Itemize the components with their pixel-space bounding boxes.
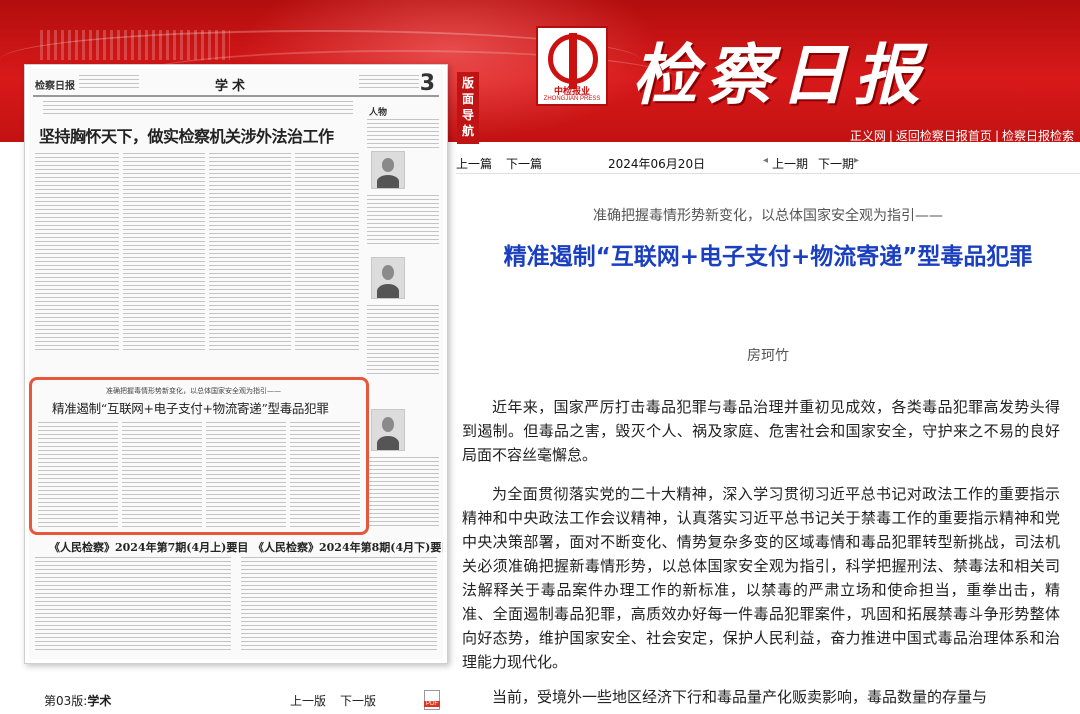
press-logo-subtitle: ZHONGJIAN PRESS: [543, 96, 601, 102]
preview-text-block: [209, 153, 291, 353]
page-preview-sheet: 检察日报 学术 3 坚持胸怀天下，做实检察机关涉外法治工作 人物 准确把握毒情形…: [29, 69, 443, 659]
next-article-link[interactable]: 下一篇: [506, 155, 542, 172]
preview-text-block: [367, 457, 439, 527]
link-home[interactable]: 返回检察日报首页: [896, 129, 992, 143]
preview-highlight-title: 精准遏制“互联网+电子支付+物流寄递”型毒品犯罪: [52, 401, 329, 416]
pdf-icon[interactable]: [424, 690, 440, 710]
article-kicker: 准确把握毒情形势新变化，以总体国家安全观为指引——: [593, 208, 943, 224]
nav-tab-char: 航: [461, 124, 474, 138]
link-search[interactable]: 检察日报检索: [1002, 129, 1074, 143]
preview-text-block: [79, 75, 139, 89]
link-justice-net[interactable]: 正义网: [850, 129, 886, 143]
nav-tab-char: 版: [461, 76, 474, 90]
edition-name: 学术: [87, 694, 112, 708]
preview-text-block: [38, 422, 118, 528]
article-paragraph: 近年来，国家严厉打击毒品犯罪与毒品治理并重初见成效，各类毒品犯罪高发势头得到遏制…: [462, 398, 1060, 464]
page-footer-edition: 第03版:学术: [44, 692, 111, 709]
page-preview[interactable]: 检察日报 学术 3 坚持胸怀天下，做实检察机关涉外法治工作 人物 准确把握毒情形…: [24, 64, 448, 664]
preview-text-block: [367, 119, 439, 149]
preview-text-block: [367, 305, 439, 375]
preview-text-block: [43, 101, 353, 117]
article-nav-bar: 上一篇 下一篇 2024年06月20日 ◂ 上一期 下一期 ▸: [456, 152, 1080, 174]
preview-text-block: [122, 422, 202, 528]
article-title: 精准遏制“互联网+电子支付+物流寄递”型毒品犯罪: [503, 244, 1033, 270]
preview-text-block: [359, 75, 419, 89]
article-paragraph: 为全面贯彻落实党的二十大精神，深入学习贯彻习近平总书记对政法工作的重要指示精神和…: [462, 485, 1060, 671]
preview-section-name: 学术: [215, 79, 250, 94]
article-author: 房珂竹: [747, 348, 789, 364]
preview-portrait: [371, 409, 405, 451]
masthead-links: 正义网 | 返回检察日报首页 | 检察日报检索: [849, 129, 1074, 143]
next-issue-link[interactable]: 下一期: [818, 155, 854, 172]
prev-issue-link[interactable]: 上一期: [772, 155, 808, 172]
preview-text-block: [290, 422, 360, 528]
preview-paper-name: 检察日报: [35, 81, 75, 92]
prev-article-link[interactable]: 上一篇: [456, 155, 492, 172]
edition-navigation-tab[interactable]: 版 面 导 航: [457, 72, 479, 144]
press-logo-icon: [548, 33, 598, 89]
masthead: 中检报业 ZHONGJIAN PRESS 检察日报 正义网 | 返回检察日报首页 | 检…: [456, 0, 1080, 143]
preview-text-block: [35, 153, 119, 353]
banner-cityscape: [40, 30, 230, 60]
preview-text-block: [123, 153, 205, 353]
preview-highlighted-article[interactable]: 准确把握毒情形势新变化，以总体国家安全观为指引—— 精准遏制“互联网+电子支付+…: [29, 377, 369, 535]
issue-date: 2024年06月20日: [608, 157, 706, 171]
preview-highlight-kicker: 准确把握毒情形势新变化，以总体国家安全观为指引——: [106, 387, 281, 395]
prev-page-link[interactable]: 上一版: [290, 694, 326, 708]
preview-portrait: [371, 151, 405, 189]
edition-label: 第03版:: [44, 694, 88, 708]
nav-tab-char: 导: [461, 108, 474, 122]
chevron-left-icon: ◂: [763, 155, 769, 166]
article-paragraph: 当前，受境外一些地区经济下行和毒品量产化贩卖影响，毒品数量的存量与: [492, 688, 988, 706]
preview-text-block: [241, 557, 437, 653]
newspaper-title: 检察日报: [632, 36, 928, 114]
preview-bottom-left-title[interactable]: 《人民检察》2024年第7期(4月上)要目: [49, 539, 248, 555]
preview-portrait: [371, 257, 405, 299]
preview-headline-link[interactable]: 坚持胸怀天下，做实检察机关涉外法治工作: [39, 123, 334, 147]
preview-text-block: [35, 557, 231, 653]
nav-tab-char: 面: [461, 92, 474, 106]
chevron-right-icon: ▸: [854, 155, 860, 166]
preview-text-block: [367, 195, 439, 245]
preview-page-number: 3: [419, 71, 435, 96]
preview-text-block: [295, 153, 359, 353]
preview-bottom-right-title[interactable]: 《人民检察》2024年第8期(4月下)要目: [253, 539, 443, 555]
preview-divider: [33, 95, 439, 97]
next-page-link[interactable]: 下一版: [340, 694, 376, 708]
preview-text-block: [206, 422, 286, 528]
press-logo[interactable]: 中检报业 ZHONGJIAN PRESS: [536, 26, 608, 106]
preview-sidebar-heading: 人物: [369, 108, 388, 118]
page-footer-nav: 上一版 下一版: [290, 692, 390, 709]
